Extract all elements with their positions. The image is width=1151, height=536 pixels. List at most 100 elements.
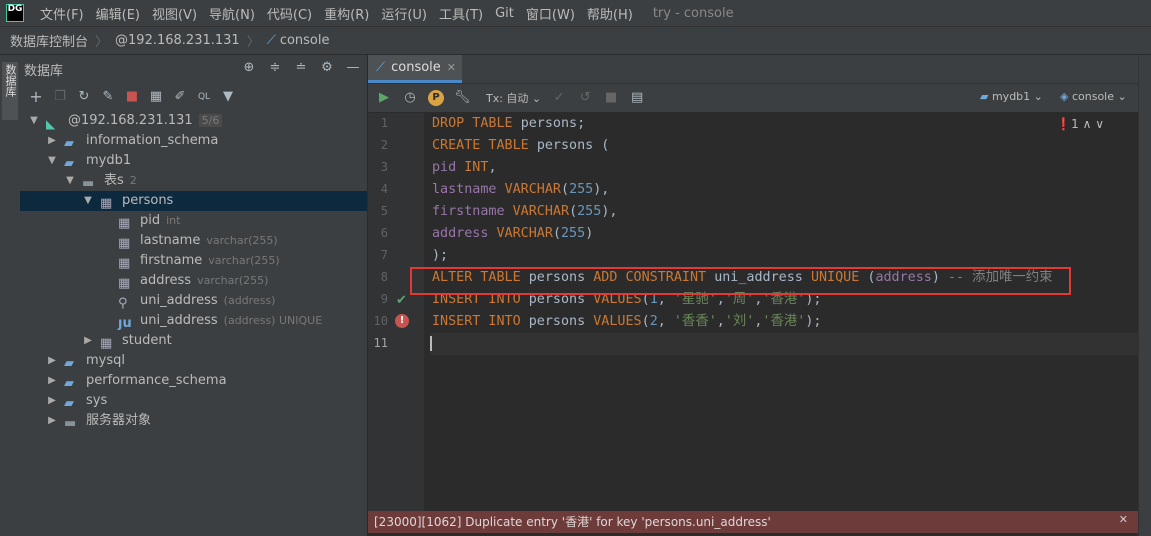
chevron-right-icon: 〉 — [246, 35, 260, 50]
results-layout-icon[interactable]: ▤ — [629, 90, 645, 106]
close-icon[interactable]: ✕ — [447, 61, 456, 74]
menu-window[interactable]: 窗口(W) — [520, 4, 581, 23]
expand-all-icon[interactable]: ≑ — [267, 60, 283, 76]
session-icon: ◈ — [1060, 90, 1072, 103]
collapse-all-icon[interactable]: ≐ — [293, 60, 309, 76]
folder-icon: ▬ — [82, 176, 95, 191]
tree-label: persons — [122, 193, 174, 208]
edit-icon[interactable]: ✐ — [172, 89, 188, 105]
menu-code[interactable]: 代码(C) — [261, 4, 318, 23]
menu-git[interactable]: Git — [489, 6, 520, 21]
tree-label: sys — [86, 393, 108, 408]
schema-selector[interactable]: ▰ mydb1 ⌄ — [980, 90, 1043, 103]
chevron-right-icon[interactable]: ▶ — [46, 391, 58, 411]
chevron-right-icon[interactable]: ▶ — [46, 131, 58, 151]
menu-navigate[interactable]: 导航(N) — [203, 4, 261, 23]
chevron-right-icon[interactable]: ▶ — [46, 411, 58, 431]
code-editor[interactable]: DROP TABLE persons; CREATE TABLE persons… — [430, 113, 1138, 516]
menu-edit[interactable]: 编辑(E) — [90, 4, 146, 23]
menu-refactor[interactable]: 重构(R) — [318, 4, 375, 23]
code-line: INSERT INTO persons VALUES(2, '香香','刘','… — [432, 311, 822, 334]
session-selector-label: console — [1071, 90, 1115, 103]
database-tool-tab[interactable]: 数据库 — [2, 62, 18, 120]
refresh-icon[interactable]: ↻ — [76, 89, 92, 105]
copy-icon[interactable]: ❐ — [52, 89, 68, 105]
menu-help[interactable]: 帮助(H) — [581, 4, 639, 23]
breadcrumb-host[interactable]: @192.168.231.131 — [115, 33, 240, 48]
menu-tools[interactable]: 工具(T) — [433, 4, 489, 23]
tree-item-schema[interactable]: ▼ ▰ mydb1 — [20, 151, 367, 171]
add-icon[interactable]: + — [28, 89, 44, 105]
history-icon[interactable]: ◷ — [402, 90, 418, 106]
gear-icon[interactable]: ⚙ — [319, 60, 335, 76]
tree-item-column[interactable]: ▦ pid int — [20, 211, 367, 231]
line-number: 9 — [380, 292, 388, 306]
chevron-down-icon[interactable]: ▼ — [64, 171, 76, 191]
tree-item-schema[interactable]: ▶ ▰ sys — [20, 391, 367, 411]
tree-item-schema[interactable]: ▶ ▰ mysql — [20, 351, 367, 371]
tree-label: performance_schema — [86, 373, 227, 388]
tree-item-schema[interactable]: ▶ ▰ performance_schema — [20, 371, 367, 391]
stop-icon[interactable]: ■ — [603, 90, 619, 106]
schema-settings-icon[interactable]: ✎ — [100, 89, 116, 105]
tree-item-table[interactable]: ▶ ▦ student — [20, 331, 367, 351]
tree-label: mydb1 — [86, 153, 132, 168]
breadcrumb-console[interactable]: console — [280, 33, 330, 48]
chevron-down-icon[interactable]: ▼ — [28, 111, 40, 131]
success-check-icon: ✔ — [396, 293, 407, 308]
tab-console[interactable]: ⟋ console ✕ — [368, 55, 462, 83]
tree-item-folder[interactable]: ▼ ▬ 表s 2 — [20, 171, 367, 191]
stop-icon[interactable]: ■ — [124, 89, 140, 105]
filter-icon[interactable]: ▼ — [220, 89, 236, 105]
locate-icon[interactable]: ⊕ — [241, 60, 257, 76]
tree-item-column[interactable]: ▦ address varchar(255) — [20, 271, 367, 291]
error-banner: [23000][1062] Duplicate entry '香港' for k… — [368, 511, 1138, 533]
tree-label: 表s — [104, 173, 124, 188]
tree-item-schema[interactable]: ▶ ▰ information_schema — [20, 131, 367, 151]
chevron-right-icon[interactable]: ▶ — [82, 331, 94, 351]
tree-item-index[interactable]: ȷu uni_address (address) UNIQUE — [20, 311, 367, 331]
wrench-icon[interactable]: 🔧︎ — [454, 90, 471, 106]
breadcrumb-console-root[interactable]: 数据库控制台 — [10, 31, 88, 50]
tree-item-column[interactable]: ▦ lastname varchar(255) — [20, 231, 367, 251]
key-icon: ⚲ — [118, 296, 128, 311]
tree-label: lastname — [140, 233, 201, 248]
chevron-right-icon[interactable]: ▶ — [46, 371, 58, 391]
tree-item-key[interactable]: ⚲ uni_address (address) — [20, 291, 367, 311]
schema-icon: ▰ — [980, 90, 992, 103]
error-count[interactable]: ❗1 ∧ ∨ — [1056, 117, 1104, 131]
menu-run[interactable]: 运行(U) — [375, 4, 433, 23]
line-number: 11 — [373, 336, 388, 350]
commit-icon[interactable]: ✓ — [551, 90, 567, 106]
tab-label: console — [391, 60, 441, 75]
tx-mode-label: Tx: 自动 — [486, 92, 529, 105]
schema-icon: ▰ — [64, 396, 74, 411]
console-icon: ⟋ — [266, 33, 276, 48]
tree-label: student — [122, 333, 172, 348]
tree-item-host[interactable]: ▼ ◣ @192.168.231.131 5/6 — [20, 111, 367, 131]
chevron-down-icon[interactable]: ▼ — [82, 191, 94, 211]
line-number: 5 — [380, 204, 388, 218]
error-icon: ! — [395, 314, 409, 328]
tx-mode-selector[interactable]: Tx: 自动 ⌄ — [486, 90, 541, 106]
chevron-right-icon[interactable]: ▶ — [46, 351, 58, 371]
minimize-icon[interactable]: — — [345, 60, 361, 76]
rollback-icon[interactable]: ↺ — [577, 90, 593, 106]
close-icon[interactable]: ✕ — [1119, 513, 1128, 526]
annotation-highlight-box — [410, 267, 1071, 295]
database-tree: ▼ ◣ @192.168.231.131 5/6 ▶ ▰ information_… — [20, 111, 367, 536]
session-selector[interactable]: ◈ console ⌄ — [1060, 90, 1127, 103]
menu-view[interactable]: 视图(V) — [146, 4, 203, 23]
chevron-down-icon[interactable]: ▼ — [46, 151, 58, 171]
run-icon[interactable]: ▶ — [376, 90, 392, 106]
tree-item-folder[interactable]: ▶ ▬ 服务器对象 — [20, 411, 367, 431]
editor-tab-bar: ⟋ console ✕ — [368, 55, 1138, 84]
menu-file[interactable]: 文件(F) — [34, 4, 90, 23]
tree-sub: int — [166, 214, 181, 227]
explain-plan-icon[interactable]: P — [428, 90, 444, 106]
table-editor-icon[interactable]: ▦ — [148, 89, 164, 105]
tree-item-table[interactable]: ▼ ▦ persons — [20, 191, 367, 211]
error-count-value: 1 — [1071, 117, 1079, 131]
sql-console-icon[interactable]: QL — [196, 89, 212, 105]
tree-item-column[interactable]: ▦ firstname varchar(255) — [20, 251, 367, 271]
